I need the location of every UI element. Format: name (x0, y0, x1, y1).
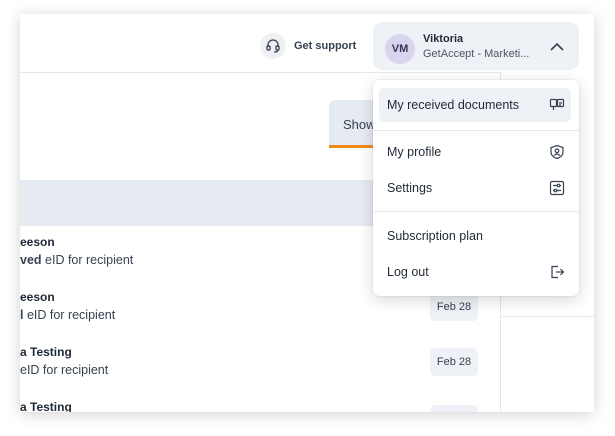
avatar: VM (385, 34, 415, 64)
user-organization: GetAccept - Marketi... (423, 48, 530, 60)
menu-item-my-profile[interactable]: My profile (379, 135, 571, 169)
tab-show-label: Show (343, 117, 376, 132)
menu-separator (373, 130, 579, 131)
user-dropdown-menu: My received documents My profile Setting… (373, 80, 579, 296)
menu-item-log-out[interactable]: Log out (379, 255, 571, 289)
menu-item-subscription-plan[interactable]: Subscription plan (379, 219, 571, 253)
logout-icon (549, 264, 565, 280)
menu-item-settings[interactable]: Settings (379, 171, 571, 205)
menu-item-label: Subscription plan (387, 229, 483, 243)
row-subtitle: ved eID for recipient (20, 253, 134, 267)
row-title: eeson (20, 235, 55, 249)
headset-icon (260, 33, 286, 59)
row-subtitle: l eID for recipient (20, 308, 116, 322)
inbox-documents-icon (549, 97, 565, 113)
user-shield-icon (549, 144, 565, 160)
row-title: a Testing (20, 400, 72, 412)
top-bar: Get support VM Viktoria GetAccept - Mark… (20, 14, 594, 73)
chevron-up-icon (548, 38, 566, 61)
divider (501, 316, 594, 317)
table-row[interactable]: a Testing (20, 391, 500, 412)
menu-item-label: My received documents (387, 98, 520, 112)
menu-separator (373, 211, 579, 212)
row-subtitle: eID for recipient (20, 363, 109, 377)
date-badge: Feb 28 (430, 293, 478, 321)
sliders-icon (549, 180, 565, 196)
row-title: eeson (20, 290, 55, 304)
user-menu-toggle[interactable]: VM Viktoria GetAccept - Marketi... (373, 22, 579, 70)
date-badge: Feb 28 (430, 348, 478, 376)
get-support-label: Get support (294, 40, 357, 52)
table-row[interactable]: a Testing eID for recipient Feb 28 (20, 336, 500, 392)
menu-item-received-documents[interactable]: My received documents (379, 88, 571, 122)
menu-item-label: My profile (387, 145, 442, 159)
menu-item-label: Log out (387, 265, 429, 279)
menu-item-label: Settings (387, 181, 433, 195)
date-badge (430, 405, 478, 412)
get-support-button[interactable]: Get support (260, 32, 356, 60)
user-name: Viktoria (423, 33, 464, 45)
row-title: a Testing (20, 345, 72, 359)
